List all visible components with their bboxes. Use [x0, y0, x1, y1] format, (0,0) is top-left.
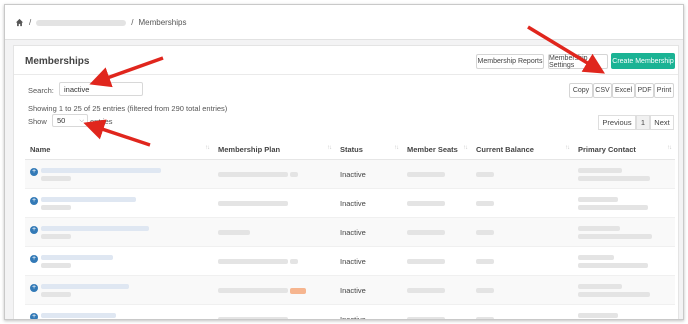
annotation-arrows	[83, 25, 605, 147]
annotation-arrow-csv	[527, 25, 605, 74]
annotation-arrow-search	[89, 56, 164, 88]
annotation-arrow-show	[83, 119, 151, 147]
